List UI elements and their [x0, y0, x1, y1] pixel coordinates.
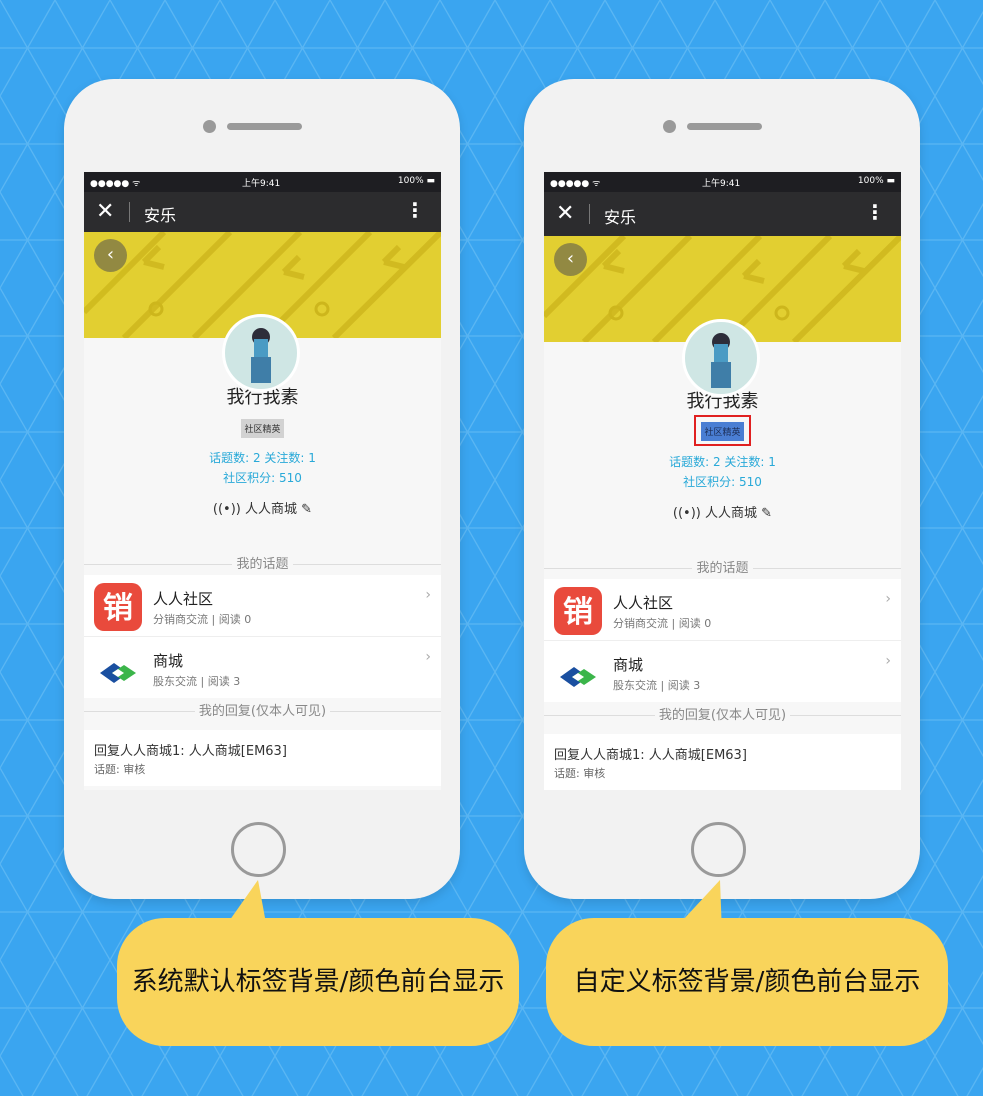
avatar — [222, 314, 300, 392]
my-topics-header: 我的话题 — [544, 557, 901, 579]
title-bar: ✕ 安乐 ⋮ — [84, 192, 441, 232]
camera-dot — [203, 120, 216, 133]
shop-link[interactable]: ((•)) 人人商城 ✎ — [84, 498, 441, 517]
stats-points: 社区积分: 510 — [223, 471, 302, 485]
svg-text:销: 销 — [563, 595, 593, 630]
status-badge: 社区精英 — [701, 422, 744, 441]
list-item[interactable]: 商城 股东交流 | 阅读 3 › — [544, 641, 901, 702]
phone-right: ●●●●● ᯤ 上午9:41 100% ▬ ✕ 安乐 ⋮ ‹ 我行我素 社区精英… — [524, 79, 920, 899]
title-divider — [129, 202, 130, 222]
topic-meta: 股东交流 | 阅读 3 — [613, 679, 701, 692]
edit-icon[interactable]: ✎ — [301, 502, 312, 517]
reply-title: 回复人人商城1: 人人商城[EM63] — [94, 744, 287, 759]
caption-bubble-right: 自定义标签背景/颜色前台显示 — [546, 918, 948, 1046]
stats-topics-follows: 话题数: 2 关注数: 1 — [669, 455, 776, 469]
status-badge: 社区精英 — [241, 419, 284, 438]
badge-wrap: 社区精英 — [84, 417, 441, 438]
user-stats: 话题数: 2 关注数: 1 社区积分: 510 — [544, 452, 901, 492]
reply-title: 回复人人商城1: 人人商城[EM63] — [554, 748, 747, 763]
more-menu-icon[interactable]: ⋮ — [865, 200, 885, 224]
topic-name: 人人社区 — [613, 594, 674, 612]
topic-list: 销 人人社区 分销商交流 | 阅读 0 › 商城 股东交流 | 阅读 3 › — [84, 575, 441, 698]
my-replies-header: 我的回复(仅本人可见) — [544, 704, 901, 726]
home-button[interactable] — [691, 822, 746, 877]
page-title: 安乐 — [604, 208, 637, 227]
close-icon[interactable]: ✕ — [96, 199, 114, 224]
chevron-right-icon: › — [885, 653, 891, 669]
my-replies-label: 我的回复(仅本人可见) — [194, 704, 331, 719]
status-bar: ●●●●● ᯤ 上午9:41 100% ▬ — [84, 172, 441, 192]
user-stats: 话题数: 2 关注数: 1 社区积分: 510 — [84, 448, 441, 488]
status-bar: ●●●●● ᯤ 上午9:41 100% ▬ — [544, 172, 901, 192]
reply-meta: 话题: 审核 — [554, 767, 606, 780]
broadcast-icon: ((•)) — [672, 506, 701, 521]
status-time: 上午9:41 — [242, 179, 281, 189]
stats-points: 社区积分: 510 — [683, 475, 762, 489]
mall-logo-icon — [554, 649, 602, 697]
reply-meta: 话题: 审核 — [94, 763, 146, 776]
topic-name: 商城 — [153, 652, 184, 670]
my-topics-header: 我的话题 — [84, 553, 441, 575]
camera-dot — [663, 120, 676, 133]
close-icon[interactable]: ✕ — [556, 201, 574, 226]
mall-logo-icon — [94, 645, 142, 693]
edit-icon[interactable]: ✎ — [761, 506, 772, 521]
phone-left: ●●●●● ᯤ 上午9:41 100% ▬ ✕ 安乐 ⋮ ‹ 我行我素 社区精英… — [64, 79, 460, 899]
topic-meta: 分销商交流 | 阅读 0 — [613, 617, 712, 630]
topic-meta: 股东交流 | 阅读 3 — [153, 675, 241, 688]
shop-link[interactable]: ((•)) 人人商城 ✎ — [544, 502, 901, 521]
back-button[interactable]: ‹ — [94, 239, 127, 272]
status-time: 上午9:41 — [702, 179, 741, 189]
chevron-right-icon: › — [425, 587, 431, 603]
list-item[interactable]: 商城 股东交流 | 阅读 3 › — [84, 637, 441, 698]
topic-name: 人人社区 — [153, 590, 214, 608]
my-topics-label: 我的话题 — [232, 557, 293, 572]
signal-icon: ●●●●● ᯤ — [550, 179, 601, 189]
page-title: 安乐 — [144, 206, 177, 225]
svg-text:销: 销 — [103, 591, 133, 626]
broadcast-icon: ((•)) — [212, 502, 241, 517]
caption-bubble-left: 系统默认标签背景/颜色前台显示 — [117, 918, 519, 1046]
badge-highlight-frame: 社区精英 — [694, 415, 751, 446]
topic-name: 商城 — [613, 656, 644, 674]
avatar — [682, 319, 760, 397]
my-replies-header: 我的回复(仅本人可见) — [84, 700, 441, 722]
title-bar: ✕ 安乐 ⋮ — [544, 192, 901, 236]
phone-screen: ●●●●● ᯤ 上午9:41 100% ▬ ✕ 安乐 ⋮ ‹ 我行我素 社区精英… — [544, 172, 901, 790]
chevron-right-icon: › — [425, 649, 431, 665]
signal-icon: ●●●●● ᯤ — [90, 179, 141, 189]
stats-topics-follows: 话题数: 2 关注数: 1 — [209, 451, 316, 465]
sale-app-icon: 销 — [554, 587, 602, 635]
my-replies-label: 我的回复(仅本人可见) — [654, 708, 791, 723]
topic-list: 销 人人社区 分销商交流 | 阅读 0 › 商城 股东交流 | 阅读 3 › — [544, 579, 901, 702]
speaker-slot — [687, 123, 762, 130]
list-item[interactable]: 销 人人社区 分销商交流 | 阅读 0 › — [84, 575, 441, 637]
speaker-slot — [227, 123, 302, 130]
my-topics-label: 我的话题 — [692, 561, 753, 576]
list-item[interactable]: 销 人人社区 分销商交流 | 阅读 0 › — [544, 579, 901, 641]
back-button[interactable]: ‹ — [554, 243, 587, 276]
sale-app-icon: 销 — [94, 583, 142, 631]
chevron-right-icon: › — [885, 591, 891, 607]
reply-item[interactable]: 回复人人商城1: 人人商城[EM63] 话题: 审核 — [84, 730, 441, 786]
battery-icon: 100% ▬ — [857, 176, 895, 186]
shop-name: 人人商城 — [705, 506, 758, 521]
battery-icon: 100% ▬ — [397, 176, 435, 186]
home-button[interactable] — [231, 822, 286, 877]
topic-meta: 分销商交流 | 阅读 0 — [153, 613, 252, 626]
more-menu-icon[interactable]: ⋮ — [405, 198, 425, 222]
phone-screen: ●●●●● ᯤ 上午9:41 100% ▬ ✕ 安乐 ⋮ ‹ 我行我素 社区精英… — [84, 172, 441, 790]
shop-name: 人人商城 — [245, 502, 298, 517]
badge-wrap: 社区精英 — [544, 415, 901, 446]
title-divider — [589, 204, 590, 224]
reply-item[interactable]: 回复人人商城1: 人人商城[EM63] 话题: 审核 — [544, 734, 901, 790]
